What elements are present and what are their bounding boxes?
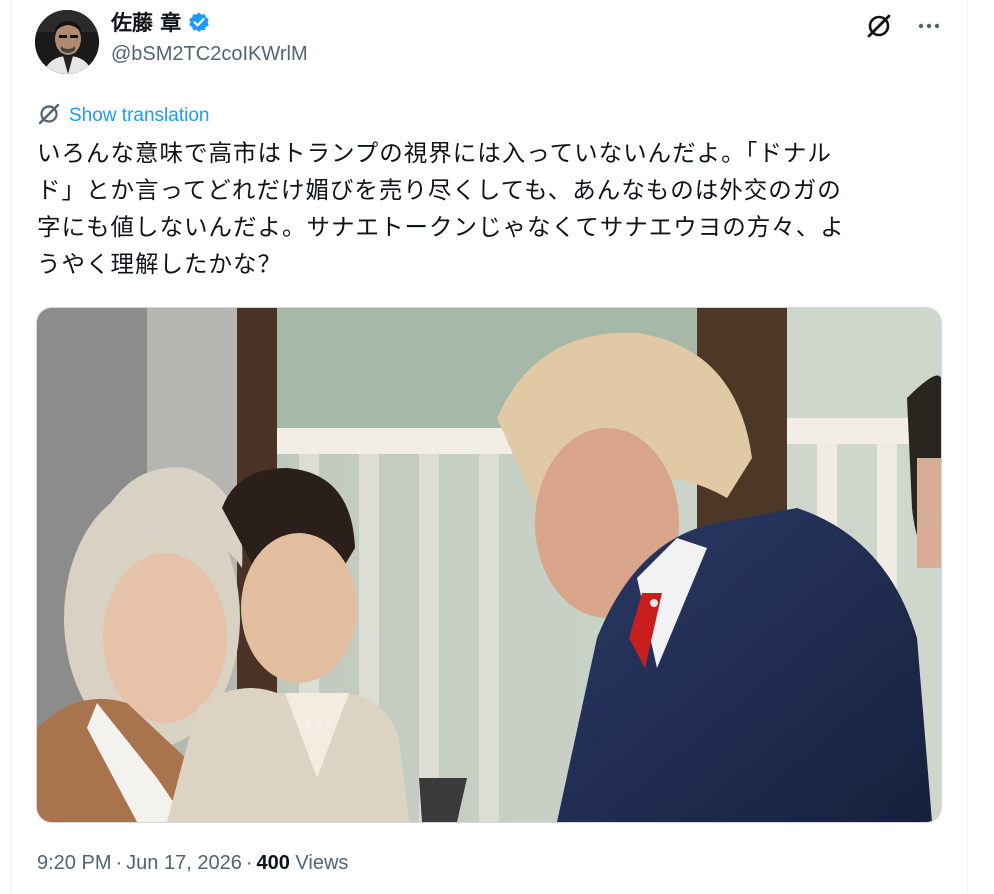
author-name-row: 佐藤 章 [111,8,211,38]
tweet-meta: 9:20 PM · Jun 17, 2026 · 400 Views [37,852,348,875]
avatar[interactable] [35,10,99,74]
verified-badge-icon [187,11,211,35]
views-label: Views [295,852,349,874]
tweet-header-actions [863,10,945,42]
grok-icon[interactable] [863,10,895,42]
tweet-media-image[interactable] [36,307,942,823]
more-options-icon[interactable] [913,10,945,42]
author-handle[interactable]: @bSM2TC2coIKWrlM [111,43,308,66]
tweet-date[interactable]: Jun 17, 2026 [126,852,242,874]
photo-illustration [37,308,941,822]
views-count: 400 [256,852,290,874]
author-display-name[interactable]: 佐藤 章 [111,8,181,38]
tweet-text: いろんな意味で高市はトランプの視界には入っていないんだよ。「ドナル ド」とか言っ… [37,139,845,278]
tweet-card: 佐藤 章 @bSM2TC2coIKWrlM Show translation い… [10,0,968,894]
tweet-time[interactable]: 9:20 PM [37,852,111,874]
show-translation-button[interactable]: Show translation [37,102,209,130]
show-translation-label[interactable]: Show translation [69,105,209,127]
meta-separator: · [115,852,123,874]
translate-icon [37,102,61,130]
meta-separator: · [245,852,253,874]
